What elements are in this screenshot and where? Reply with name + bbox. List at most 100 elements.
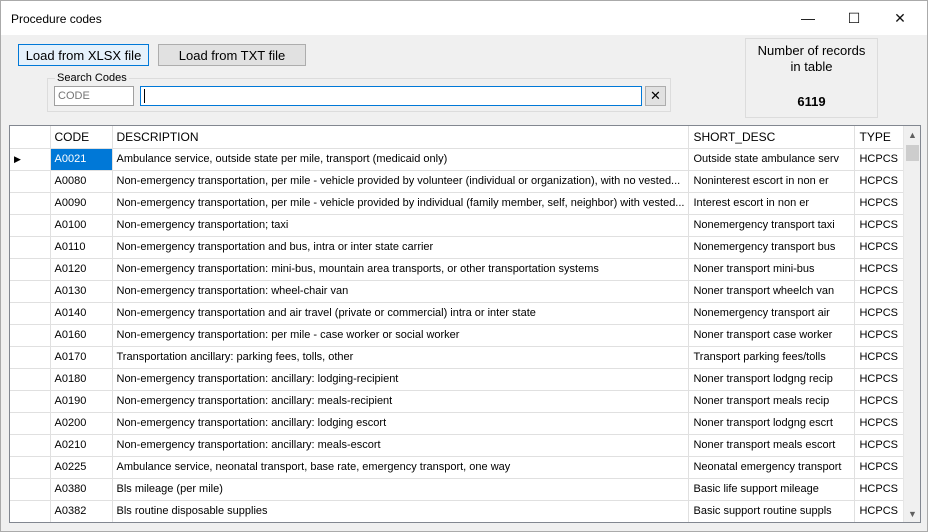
row-header-cell[interactable] [10,500,51,522]
table-row[interactable]: A0130 Non-emergency transportation: wheel… [10,280,914,303]
short-desc-cell[interactable]: Basic life support mileage [688,478,856,501]
code-cell[interactable]: A0160 [50,324,113,347]
description-cell[interactable]: Non-emergency transportation and air tra… [112,302,690,325]
table-row[interactable]: A0100 Non-emergency transportation; taxi N… [10,214,914,237]
description-cell[interactable]: Non-emergency transportation and bus, in… [112,236,690,259]
table-row[interactable]: A0210 Non-emergency transportation: ancil… [10,434,914,457]
row-header-cell[interactable] [10,302,51,325]
search-input[interactable] [140,86,642,106]
column-header-short-desc[interactable]: SHORT_DESC [688,126,856,149]
short-desc-cell[interactable]: Noner transport lodgng escrt [688,412,856,435]
code-cell[interactable]: A0200 [50,412,113,435]
code-cell[interactable]: A0100 [50,214,113,237]
table-row[interactable]: A0120 Non-emergency transportation: mini-… [10,258,914,281]
description-cell[interactable]: Transportation ancillary: parking fees, … [112,346,690,369]
table-row[interactable]: ▶ A0021 Ambulance service, outside state p… [10,148,914,171]
short-desc-cell[interactable]: Noner transport meals recip [688,390,856,413]
code-field[interactable] [54,86,134,106]
description-cell[interactable]: Non-emergency transportation: ancillary:… [112,434,690,457]
short-desc-cell[interactable]: Noner transport mini-bus [688,258,856,281]
row-header-cell[interactable] [10,280,51,303]
short-desc-cell[interactable]: Nonemergency transport taxi [688,214,856,237]
description-cell[interactable]: Non-emergency transportation: ancillary:… [112,368,690,391]
code-cell[interactable]: A0090 [50,192,113,215]
row-header-cell[interactable] [10,324,51,347]
table-row[interactable]: A0110 Non-emergency transportation and bu… [10,236,914,259]
table-row[interactable]: A0140 Non-emergency transportation and ai… [10,302,914,325]
table-row[interactable]: A0090 Non-emergency transportation, per m… [10,192,914,215]
table-row[interactable]: A0200 Non-emergency transportation: ancil… [10,412,914,435]
code-cell[interactable]: A0120 [50,258,113,281]
description-cell[interactable]: Ambulance service, outside state per mil… [112,148,690,171]
row-header-cell[interactable] [10,192,51,215]
load-xlsx-button[interactable]: Load from XLSX file [18,44,149,66]
column-header-description[interactable]: DESCRIPTION [112,126,690,149]
minimize-button[interactable]: — [785,1,831,35]
short-desc-cell[interactable]: Noner transport case worker [688,324,856,347]
description-cell[interactable]: Non-emergency transportation: mini-bus, … [112,258,690,281]
row-header-cell[interactable] [10,258,51,281]
short-desc-cell[interactable]: Basic support routine suppls [688,500,856,522]
table-row[interactable]: A0190 Non-emergency transportation: ancil… [10,390,914,413]
title-bar[interactable]: Procedure codes — ☐ ✕ [1,1,927,35]
short-desc-cell[interactable]: Neonatal emergency transport [688,456,856,479]
description-cell[interactable]: Ambulance service, neonatal transport, b… [112,456,690,479]
short-desc-cell[interactable]: Noner transport meals escort [688,434,856,457]
code-cell[interactable]: A0225 [50,456,113,479]
row-header-cell[interactable] [10,170,51,193]
scroll-down-arrow-icon[interactable]: ▼ [904,505,920,522]
short-desc-cell[interactable]: Noninterest escort in non er [688,170,856,193]
code-cell[interactable]: A0180 [50,368,113,391]
description-cell[interactable]: Non-emergency transportation: per mile -… [112,324,690,347]
description-cell[interactable]: Non-emergency transportation, per mile -… [112,192,690,215]
table-row[interactable]: A0160 Non-emergency transportation: per m… [10,324,914,347]
column-header-code[interactable]: CODE [50,126,113,149]
code-cell[interactable]: A0210 [50,434,113,457]
table-row[interactable]: A0225 Ambulance service, neonatal transpo… [10,456,914,479]
code-cell[interactable]: A0021 [50,148,113,171]
short-desc-cell[interactable]: Nonemergency transport air [688,302,856,325]
code-cell[interactable]: A0190 [50,390,113,413]
row-header-cell[interactable] [10,236,51,259]
scroll-up-arrow-icon[interactable]: ▲ [904,126,920,143]
row-header-cell[interactable] [10,478,51,501]
short-desc-cell[interactable]: Nonemergency transport bus [688,236,856,259]
row-header-cell[interactable] [10,412,51,435]
description-cell[interactable]: Bls routine disposable supplies [112,500,690,522]
close-button[interactable]: ✕ [877,1,923,35]
description-cell[interactable]: Non-emergency transportation; taxi [112,214,690,237]
code-cell[interactable]: A0140 [50,302,113,325]
scrollbar-thumb[interactable] [906,145,919,161]
procedure-codes-grid[interactable]: CODE DESCRIPTION SHORT_DESC TYPE ▶ A0021 A… [9,125,921,523]
vertical-scrollbar[interactable]: ▲ ▼ [903,126,920,522]
row-header-corner[interactable] [10,126,51,149]
code-cell[interactable]: A0080 [50,170,113,193]
table-row[interactable]: A0180 Non-emergency transportation: ancil… [10,368,914,391]
table-row[interactable]: A0380 Bls mileage (per mile) Basic life su… [10,478,914,501]
code-cell[interactable]: A0130 [50,280,113,303]
row-header-cell[interactable] [10,456,51,479]
description-cell[interactable]: Non-emergency transportation, per mile -… [112,170,690,193]
description-cell[interactable]: Non-emergency transportation: ancillary:… [112,390,690,413]
description-cell[interactable]: Bls mileage (per mile) [112,478,690,501]
table-row[interactable]: A0080 Non-emergency transportation, per m… [10,170,914,193]
description-cell[interactable]: Non-emergency transportation: wheel-chai… [112,280,690,303]
row-header-cell[interactable] [10,390,51,413]
row-header-cell[interactable] [10,368,51,391]
description-cell[interactable]: Non-emergency transportation: ancillary:… [112,412,690,435]
row-header-cell[interactable]: ▶ [10,148,51,171]
code-cell[interactable]: A0110 [50,236,113,259]
code-cell[interactable]: A0382 [50,500,113,522]
maximize-button[interactable]: ☐ [831,1,877,35]
code-cell[interactable]: A0170 [50,346,113,369]
row-header-cell[interactable] [10,214,51,237]
clear-search-button[interactable]: ✕ [645,86,666,106]
row-header-cell[interactable] [10,434,51,457]
load-txt-button[interactable]: Load from TXT file [158,44,306,66]
short-desc-cell[interactable]: Outside state ambulance serv [688,148,856,171]
row-header-cell[interactable] [10,346,51,369]
code-cell[interactable]: A0380 [50,478,113,501]
short-desc-cell[interactable]: Transport parking fees/tolls [688,346,856,369]
table-row[interactable]: A0170 Transportation ancillary: parking f… [10,346,914,369]
short-desc-cell[interactable]: Interest escort in non er [688,192,856,215]
